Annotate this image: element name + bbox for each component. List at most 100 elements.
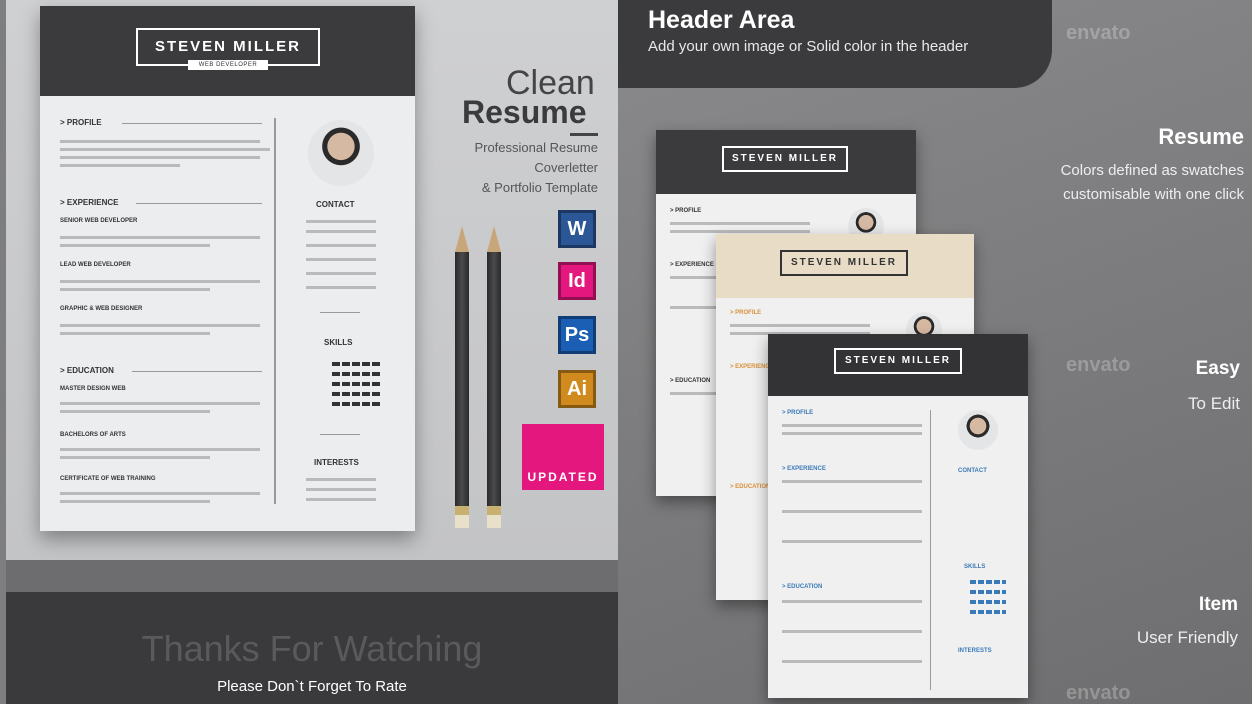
skill-bar [332, 392, 380, 396]
school-title: MASTER DESIGN WEB [60, 386, 126, 392]
header-area-title: Header Area [648, 6, 795, 34]
text-line [306, 220, 376, 223]
feature-item-title: Item [1198, 594, 1238, 615]
text-line [782, 480, 922, 483]
text-line [60, 288, 210, 291]
word-icon: W [558, 210, 596, 248]
section-profile: > PROFILE [60, 118, 102, 127]
text-line [782, 630, 922, 633]
text-line [670, 306, 720, 309]
section-contact: CONTACT [316, 200, 355, 209]
skill-bar [970, 600, 1006, 604]
product-desc-line1: Professional Resume [474, 140, 598, 155]
text-line [60, 332, 210, 335]
watermark: envato [1066, 682, 1131, 704]
illustrator-icon: Ai [558, 370, 596, 408]
section-profile: > PROFILE [730, 310, 762, 316]
text-line [60, 402, 260, 405]
section-experience: > EXPERIENCE [670, 262, 714, 268]
text-line [782, 660, 922, 663]
text-line [60, 492, 260, 495]
text-line [60, 148, 270, 151]
header-area-subtitle: Add your own image or Solid color in the… [648, 38, 969, 55]
column-divider [930, 410, 931, 690]
text-line [670, 392, 720, 395]
product-title-resume: Resume [462, 94, 587, 130]
skill-bar [332, 372, 380, 376]
indesign-icon: Id [558, 262, 596, 300]
feature-easy-title: Easy [1195, 358, 1240, 379]
section-profile: > PROFILE [782, 410, 814, 416]
resume-name: STEVEN MILLER [834, 348, 962, 374]
text-line [306, 244, 376, 247]
text-line [306, 272, 376, 275]
product-desc-line2: Coverletter [534, 160, 598, 175]
school-title: BACHELORS OF ARTS [60, 432, 126, 438]
skill-bar [970, 590, 1006, 594]
feature-resume-title: Resume [1158, 124, 1244, 149]
skill-bar [332, 402, 380, 406]
job-title: SENIOR WEB DEVELOPER [60, 218, 138, 224]
main-resume-preview: STEVEN MILLER WEB DEVELOPER > PROFILE > … [40, 6, 415, 531]
title-underline [570, 133, 598, 136]
text-line [306, 488, 376, 491]
feature-resume-line2: customisable with one click [1063, 186, 1244, 203]
column-divider [274, 118, 276, 504]
text-line [60, 236, 260, 239]
feature-item-line: User Friendly [1136, 628, 1238, 647]
job-title: GRAPHIC & WEB DESIGNER [60, 306, 143, 312]
divider [132, 371, 262, 372]
divider-strip [6, 560, 618, 592]
text-line [730, 324, 870, 327]
section-education: > EDUCATION [730, 484, 771, 490]
avatar [308, 120, 374, 186]
text-line [306, 478, 376, 481]
watermark: envato [1066, 354, 1131, 376]
updated-badge: UPDATED [522, 424, 604, 490]
job-title: LEAD WEB DEVELOPER [60, 262, 131, 268]
text-line [670, 230, 810, 233]
text-line [60, 324, 260, 327]
section-contact: CONTACT [958, 468, 987, 474]
text-line [60, 140, 260, 143]
skill-bar [332, 382, 380, 386]
rate-text: Please Don`t Forget To Rate [217, 678, 407, 695]
text-line [60, 500, 210, 503]
skill-bar [970, 610, 1006, 614]
resume-variant-blue: STEVEN MILLER > PROFILE > EXPERIENCE > E… [768, 334, 1028, 698]
feature-resume-line1: Colors defined as swatches [1060, 162, 1244, 179]
text-line [782, 540, 922, 543]
divider [136, 203, 262, 204]
canvas: Header Area Add your own image or Solid … [0, 0, 1252, 704]
text-line [60, 456, 210, 459]
watermark: envato [1066, 22, 1131, 44]
pencil-icon [455, 226, 469, 528]
section-experience: > EXPERIENCE [782, 466, 826, 472]
section-education: > EDUCATION [782, 584, 823, 590]
divider [320, 434, 360, 435]
text-line [306, 230, 376, 233]
pencil-icon [487, 226, 501, 528]
section-skills: SKILLS [964, 564, 986, 570]
feature-easy-line: To Edit [1188, 394, 1240, 413]
text-line [60, 448, 260, 451]
text-line [306, 498, 376, 501]
text-line [782, 600, 922, 603]
section-interests: INTERESTS [958, 648, 992, 654]
resume-role: WEB DEVELOPER [188, 60, 268, 70]
text-line [306, 258, 376, 261]
text-line [782, 424, 922, 427]
section-interests: INTERESTS [314, 458, 359, 467]
text-line [670, 222, 810, 225]
section-skills: SKILLS [324, 338, 353, 347]
text-line [60, 244, 210, 247]
text-line [782, 432, 922, 435]
text-line [60, 280, 260, 283]
thanks-text: Thanks For Watching [141, 628, 483, 669]
product-desc-line3: & Portfolio Template [481, 180, 598, 195]
text-line [60, 156, 260, 159]
text-line [60, 164, 180, 167]
text-line [60, 410, 210, 413]
text-line [782, 510, 922, 513]
avatar [958, 410, 998, 450]
